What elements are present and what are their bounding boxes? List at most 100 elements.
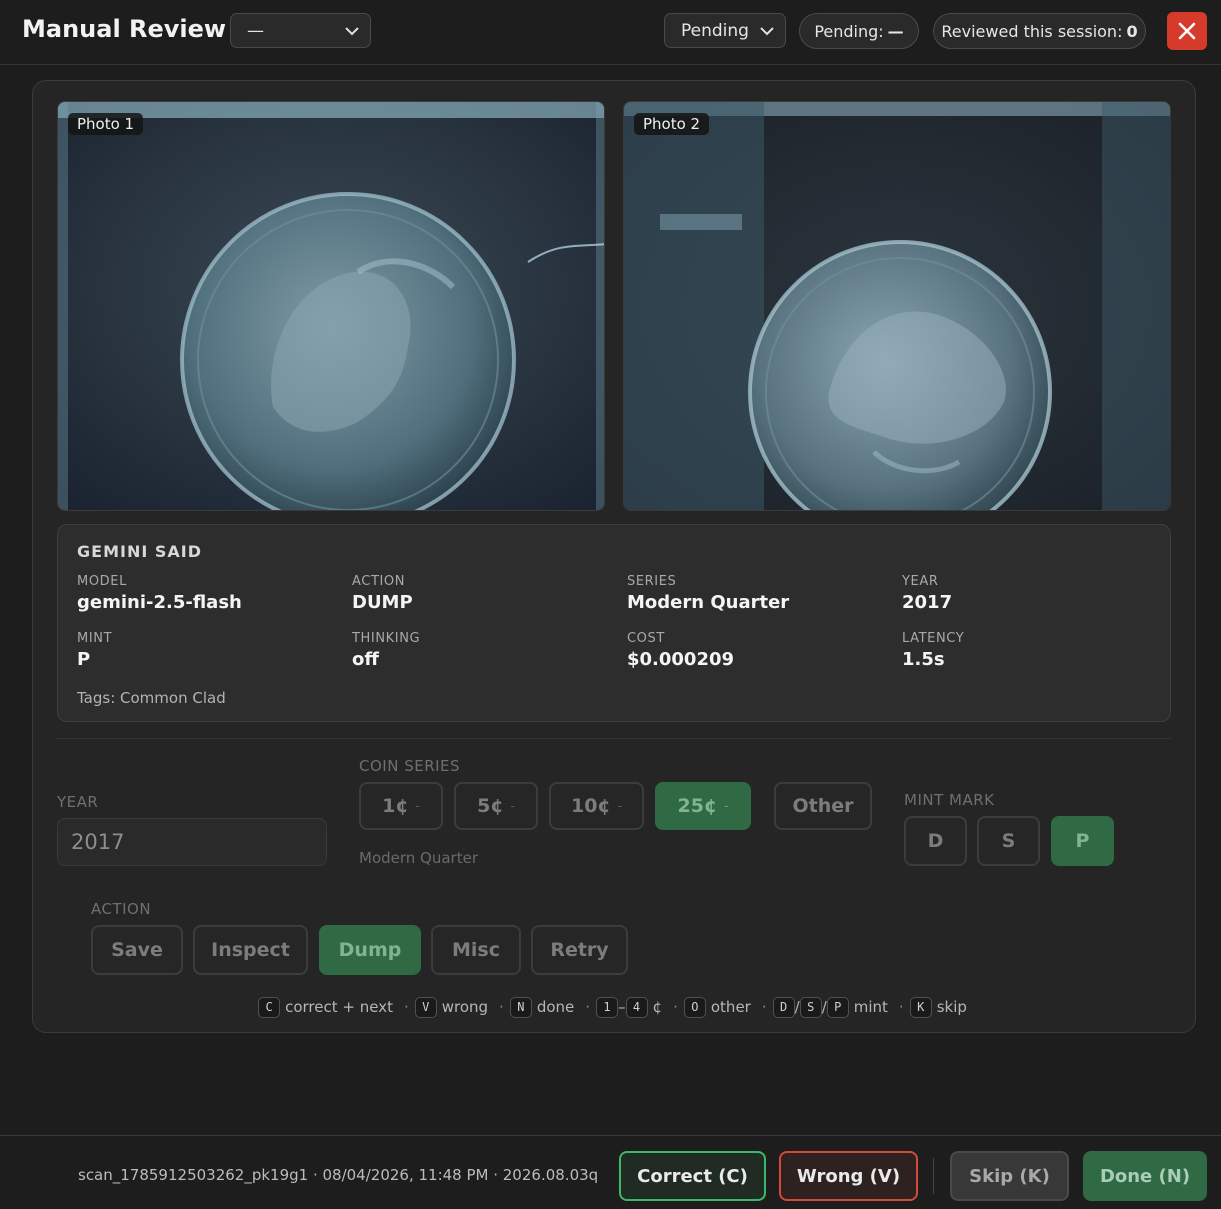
kbd-v: V [414,996,437,1018]
series-name-text: Modern Quarter [359,849,478,867]
kbd-d: D [772,996,795,1018]
series-field: SERIES Modern Quarter [627,574,789,613]
skip-button[interactable]: Skip (K) [950,1151,1069,1201]
separator: · [673,998,678,1016]
year-label: YEAR [902,574,939,589]
review-panel: Photo 1 Photo 2 GEMINI SAID MODEL gemini… [32,80,1196,1033]
pending-value: — [887,21,904,41]
photo-2[interactable]: Photo 2 [623,101,1171,511]
separator: · [499,998,504,1016]
gemini-heading: GEMINI SAID [77,542,202,561]
header-bar: Manual Review — Pending Pending: — Revie… [0,0,1221,65]
pending-count-badge: Pending: — [799,13,919,49]
series-button-5c[interactable]: 5¢ - [454,782,538,830]
kbd-k: K [909,996,932,1018]
range-dash: – [618,998,626,1016]
chevron-down-icon [760,26,774,35]
coin-reverse-image [624,102,1170,510]
series-button-other-label: Other [792,795,854,817]
action-button-inspect[interactable]: Inspect [193,925,308,975]
scan-metadata: scan_1785912503262_pk19g1 · 08/04/2026, … [78,1166,599,1184]
kbd-o: O [683,996,706,1018]
mint-button-s[interactable]: S [977,816,1040,866]
kbd-p: P [826,996,849,1018]
kbd-c: C [258,996,281,1018]
kbd-4: 4 [625,996,648,1018]
model-field: MODEL gemini-2.5-flash [77,574,242,613]
thinking-label: THINKING [352,631,421,646]
series-button-10c[interactable]: 10¢ - [549,782,644,830]
caret-icon: - [617,799,622,813]
mint-button-d[interactable]: D [904,816,967,866]
year-value: 2017 [902,592,953,613]
action-label: ACTION [352,574,406,589]
kbd-n: N [509,996,532,1018]
kbd-s: S [799,996,822,1018]
chevron-down-icon [345,26,359,35]
slash: / [821,998,827,1016]
action-button-dump[interactable]: Dump [319,925,421,975]
shortcut-n-text: done [536,998,575,1016]
separator: · [898,998,904,1016]
action-button-retry[interactable]: Retry [531,925,628,975]
reviewed-count-badge: Reviewed this session: 0 [933,13,1146,49]
action-button-misc[interactable]: Misc [431,925,521,975]
series-button-25c-label: 25¢ [677,795,718,817]
latency-label: LATENCY [902,631,965,646]
reviewed-value: 0 [1126,21,1138,41]
keyboard-shortcuts-hint: C correct + next · V wrong · N done · 1 … [33,996,1197,1018]
latency-field: LATENCY 1.5s [902,631,964,670]
series-value: Modern Quarter [627,592,790,613]
mint-button-p[interactable]: P [1051,816,1114,866]
series-button-1c[interactable]: 1¢ - [359,782,443,830]
model-value: gemini-2.5-flash [77,592,242,613]
shortcut-v-text: wrong [441,998,489,1016]
cost-value: $0.000209 [627,649,735,670]
shortcut-mint-text: mint [853,998,888,1016]
series-button-10c-label: 10¢ [570,795,611,817]
action-button-save[interactable]: Save [91,925,183,975]
session-select-value: — [247,20,264,41]
cost-field: COST $0.000209 [627,631,734,670]
close-button[interactable] [1167,12,1207,50]
slash: / [794,998,800,1016]
footer-separator [933,1158,934,1194]
model-label: MODEL [77,574,127,589]
reviewed-label: Reviewed this session: [941,21,1123,41]
separator: · [585,998,591,1016]
year-input-label: YEAR [57,793,99,811]
series-label: SERIES [627,574,677,589]
page-title: Manual Review [22,15,227,43]
session-select[interactable]: — [230,13,371,48]
mint-mark-label: MINT MARK [904,791,995,809]
shortcut-cent-text: ¢ [652,998,663,1016]
shortcut-c-text: correct + next [285,998,393,1016]
thinking-field: THINKING off [352,631,420,670]
caret-icon: - [724,799,729,813]
shortcut-k-text: skip [936,998,967,1016]
thinking-value: off [352,649,379,670]
latency-value: 1.5s [902,649,945,670]
series-button-other[interactable]: Other [774,782,872,830]
done-button[interactable]: Done (N) [1083,1151,1207,1201]
mint-field: MINT P [77,631,112,670]
separator: · [761,998,767,1016]
caret-icon: - [510,799,515,813]
series-button-1c-label: 1¢ [382,795,409,817]
series-button-25c[interactable]: 25¢ - [655,782,751,830]
status-filter-select[interactable]: Pending [664,13,786,48]
pending-label: Pending: [814,21,884,41]
year-input[interactable]: 2017 [57,818,327,866]
coin-series-label: COIN SERIES [359,757,461,775]
footer-bar: scan_1785912503262_pk19g1 · 08/04/2026, … [0,1135,1221,1209]
wrong-button[interactable]: Wrong (V) [779,1151,918,1201]
tags-text: Tags: Common Clad [77,689,226,707]
photo-2-label: Photo 2 [634,113,710,135]
gemini-result-card: GEMINI SAID MODEL gemini-2.5-flash ACTIO… [57,524,1171,722]
correct-button[interactable]: Correct (C) [619,1151,766,1201]
cost-label: COST [627,631,665,646]
mint-value: P [77,649,91,670]
photo-1[interactable]: Photo 1 [57,101,605,511]
action-section-label: ACTION [91,900,152,918]
photo-1-label: Photo 1 [68,113,144,135]
